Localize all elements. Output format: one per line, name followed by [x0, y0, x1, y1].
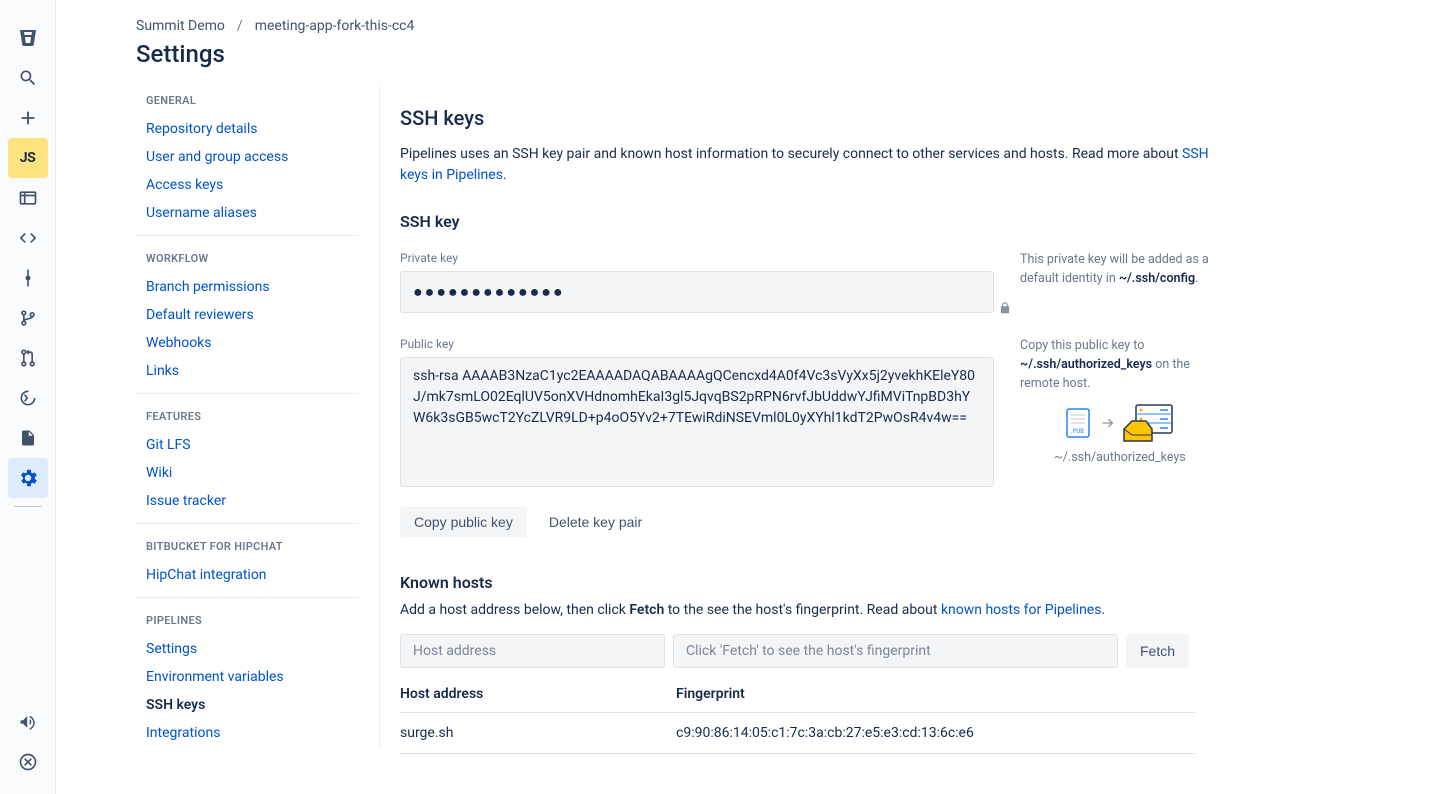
ssh-illustration: .PUB [1020, 401, 1220, 445]
pull-requests-icon[interactable] [8, 338, 48, 378]
nav-item-wiki[interactable]: Wiki [136, 459, 359, 487]
nav-item-repository-details[interactable]: Repository details [136, 115, 359, 143]
bitbucket-logo-icon[interactable] [8, 18, 48, 58]
source-icon[interactable] [8, 218, 48, 258]
delete-key-pair-button[interactable]: Delete key pair [535, 507, 656, 537]
known-hosts-table: Host address Fingerprint surge.shc9:90:8… [400, 686, 1195, 754]
nav-item-user-and-group-access[interactable]: User and group access [136, 143, 359, 171]
fingerprint-display [673, 634, 1118, 668]
project-js-icon[interactable]: JS [8, 138, 48, 178]
search-icon[interactable] [8, 58, 48, 98]
nav-group-header: PIPELINES [136, 598, 359, 635]
fingerprint-column: Fingerprint [676, 686, 1195, 702]
feedback-icon[interactable] [8, 702, 48, 742]
rail-divider [14, 506, 42, 507]
nav-item-default-reviewers[interactable]: Default reviewers [136, 301, 359, 329]
settings-detail: SSH keys Pipelines uses an SSH key pair … [380, 86, 1260, 794]
fingerprint-cell: c9:90:86:14:05:c1:7c:3a:cb:27:e5:e3:cd:1… [676, 725, 1195, 741]
copy-public-key-button[interactable]: Copy public key [400, 507, 527, 537]
ssh-heading: SSH keys [400, 106, 1260, 130]
nav-item-environment-variables[interactable]: Environment variables [136, 663, 359, 691]
nav-item-issue-tracker[interactable]: Issue tracker [136, 487, 359, 515]
nav-item-integrations[interactable]: Integrations [136, 719, 359, 747]
branches-icon[interactable] [8, 298, 48, 338]
nav-item-branch-permissions[interactable]: Branch permissions [136, 273, 359, 301]
nav-item-webhooks[interactable]: Webhooks [136, 329, 359, 357]
settings-sidebar: GENERALRepository detailsUser and group … [136, 86, 380, 747]
private-key-help: This private key will be added as a defa… [1020, 251, 1220, 289]
nav-item-links[interactable]: Links [136, 357, 359, 385]
nav-item-access-keys[interactable]: Access keys [136, 171, 359, 199]
breadcrumb-project[interactable]: Summit Demo [136, 18, 225, 34]
downloads-icon[interactable] [8, 418, 48, 458]
nav-item-settings[interactable]: Settings [136, 635, 359, 663]
plus-icon[interactable] [8, 98, 48, 138]
known-hosts-input-row: Fetch [400, 634, 1260, 668]
ssh-intro: Pipelines uses an SSH key pair and known… [400, 144, 1220, 186]
page-title: Settings [56, 34, 1435, 86]
public-key-row: Public key ssh-rsa AAAAB3NzaC1yc2EAAAADA… [400, 337, 1260, 487]
public-key-label: Public key [400, 337, 994, 351]
known-hosts-heading: Known hosts [400, 573, 1260, 592]
nav-group-header: GENERAL [136, 90, 359, 115]
commits-icon[interactable] [8, 258, 48, 298]
host-address-column: Host address [400, 686, 676, 702]
global-nav-rail: JS [0, 0, 56, 794]
ssh-key-subheading: SSH key [400, 212, 1260, 231]
lock-icon [998, 301, 1012, 315]
private-key-field: ●●●●●●●●●●●●● [400, 271, 994, 313]
nav-group-header: FEATURES [136, 394, 359, 431]
nav-group-header: WORKFLOW [136, 236, 359, 273]
known-hosts-text: Add a host address below, then click Fet… [400, 602, 1260, 618]
main-content: Summit Demo / meeting-app-fork-this-cc4 … [56, 0, 1435, 794]
help-icon[interactable] [8, 742, 48, 782]
settings-gear-icon[interactable] [8, 458, 48, 498]
public-key-help: Copy this public key to ~/.ssh/authorize… [1020, 337, 1220, 468]
nav-item-username-aliases[interactable]: Username aliases [136, 199, 359, 227]
pipelines-icon[interactable] [8, 378, 48, 418]
svg-text:.PUB: .PUB [1071, 428, 1084, 435]
overview-icon[interactable] [8, 178, 48, 218]
table-row: surge.shc9:90:86:14:05:c1:7c:3a:cb:27:e5… [400, 713, 1195, 754]
public-key-field[interactable]: ssh-rsa AAAAB3NzaC1yc2EAAAADAQABAAAAgQCe… [400, 357, 994, 487]
breadcrumb-repo[interactable]: meeting-app-fork-this-cc4 [255, 18, 415, 34]
breadcrumb: Summit Demo / meeting-app-fork-this-cc4 [56, 0, 1435, 34]
ssh-illustration-caption: ~/.ssh/authorized_keys [1020, 449, 1220, 468]
known-hosts-docs-link[interactable]: known hosts for Pipelines [941, 602, 1102, 618]
nav-group-header: BITBUCKET FOR HIPCHAT [136, 524, 359, 561]
fetch-button[interactable]: Fetch [1126, 634, 1189, 668]
host-cell: surge.sh [400, 725, 676, 741]
nav-item-hipchat-integration[interactable]: HipChat integration [136, 561, 359, 589]
private-key-label: Private key [400, 251, 994, 265]
host-address-input[interactable] [400, 634, 665, 668]
private-key-row: Private key ●●●●●●●●●●●●● This private k… [400, 251, 1260, 313]
nav-item-git-lfs[interactable]: Git LFS [136, 431, 359, 459]
nav-item-ssh-keys[interactable]: SSH keys [136, 691, 359, 719]
